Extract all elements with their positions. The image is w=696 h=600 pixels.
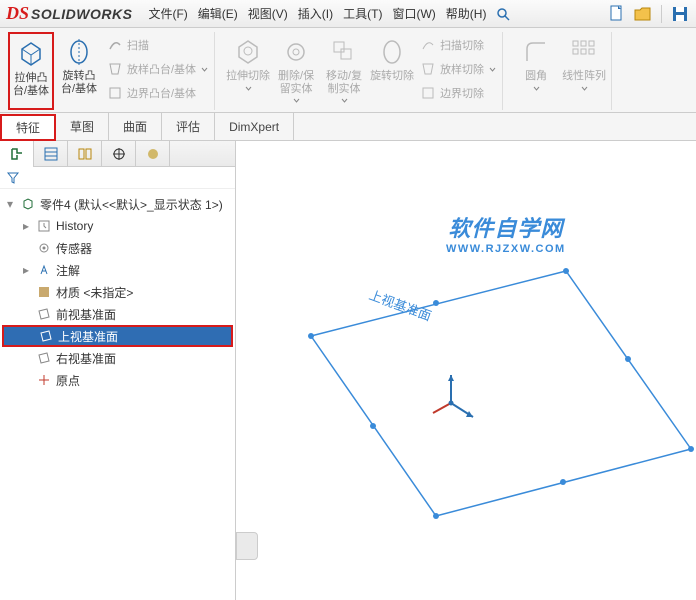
plane-icon [38,328,54,344]
ribbon-group-pattern: 圆角 线性阵列 [509,32,612,110]
material-icon [36,284,52,300]
app-logo: DS SOLIDWORKS [6,3,132,24]
tree-sensors[interactable]: 传感器 [2,237,233,259]
chevron-down-icon [533,85,540,92]
side-tab-display[interactable] [136,141,170,167]
chevron-down-icon [581,85,588,92]
qat-open-icon[interactable] [633,4,653,24]
tab-surface[interactable]: 曲面 [109,113,162,140]
side-tabs [0,141,235,167]
feature-tree: ▾ 零件4 (默认<<默认>_显示状态 1>) ▸History 传感器 ▸注解… [0,189,235,395]
ribbon-group-boss: 拉伸凸台/基体 旋转凸台/基体 扫描 放样凸台/基体 边界凸台/基体 [4,32,215,110]
qat-new-icon[interactable] [607,4,627,24]
extrude-boss-button[interactable]: 拉伸凸台/基体 [8,32,54,110]
ribbon-boss-sub: 扫描 放样凸台/基体 边界凸台/基体 [104,32,210,104]
chevron-down-icon [201,66,208,73]
history-icon [36,218,52,234]
revolve-cut-icon [376,36,408,68]
quick-access-toolbar [607,4,690,24]
chevron-down-icon [489,66,496,73]
side-tab-dimxpert[interactable] [102,141,136,167]
tree-front-plane[interactable]: 前视基准面 [2,303,233,325]
side-tab-property[interactable] [34,141,68,167]
extrude-cut-button[interactable]: 拉伸切除 [225,32,271,110]
extrude-cut-icon [232,36,264,68]
menu-view[interactable]: 视图(V) [244,3,292,24]
linear-pattern-icon [568,36,600,68]
fillet-icon [520,36,552,68]
origin-icon [36,372,52,388]
revolve-boss-icon [63,36,95,68]
expand-icon[interactable]: ▸ [20,219,32,233]
menu-bar: DS SOLIDWORKS 文件(F) 编辑(E) 视图(V) 插入(I) 工具… [0,0,696,28]
menu-file[interactable]: 文件(F) [144,3,191,24]
boundary-cut-icon [419,84,437,102]
funnel-icon [6,171,20,185]
sweep-cut-button[interactable]: 扫描切除 [417,34,498,56]
collapse-icon[interactable]: ▾ [4,197,16,211]
boundary-cut-button[interactable]: 边界切除 [417,82,498,104]
tree-root[interactable]: ▾ 零件4 (默认<<默认>_显示状态 1>) [2,193,233,215]
expand-icon[interactable]: ▸ [20,263,32,277]
move-copy-icon [328,36,360,68]
fillet-button[interactable]: 圆角 [513,32,559,110]
loft-cut-button[interactable]: 放样切除 [417,58,498,80]
qat-save-icon[interactable] [670,4,690,24]
tab-eval[interactable]: 评估 [162,113,215,140]
sweep-cut-icon [419,36,437,54]
plane-icon [36,306,52,322]
sweep-button[interactable]: 扫描 [104,34,210,56]
menu-search-icon[interactable] [492,5,514,23]
plane-icon [36,350,52,366]
linear-pattern-button[interactable]: 线性阵列 [561,32,607,110]
loft-button[interactable]: 放样凸台/基体 [104,58,210,80]
filter-row[interactable] [0,167,235,189]
loft-icon [106,60,124,78]
extrude-boss-icon [15,38,47,70]
logo-text: SOLIDWORKS [31,6,132,22]
menu-items: 文件(F) 编辑(E) 视图(V) 插入(I) 工具(T) 窗口(W) 帮助(H… [144,3,514,24]
qat-separator [661,5,662,23]
tree-annotations[interactable]: ▸注解 [2,259,233,281]
tree-history[interactable]: ▸History [2,215,233,237]
tree-material[interactable]: 材质 <未指定> [2,281,233,303]
tab-dimxpert[interactable]: DimXpert [215,113,294,140]
ribbon-group-cut: 拉伸切除 删除/保留实体 移动/复制实体 旋转切除 扫描切除 放样切除 边界切除 [221,32,503,110]
move-copy-button[interactable]: 移动/复制实体 [321,32,367,110]
chevron-down-icon [245,85,252,92]
command-tabs: 特征 草图 曲面 评估 DimXpert [0,113,696,141]
tree-right-plane[interactable]: 右视基准面 [2,347,233,369]
revolve-boss-button[interactable]: 旋转凸台/基体 [56,32,102,110]
sweep-icon [106,36,124,54]
boundary-button[interactable]: 边界凸台/基体 [104,82,210,104]
side-tab-feature-tree[interactable] [0,141,34,167]
ribbon: 拉伸凸台/基体 旋转凸台/基体 扫描 放样凸台/基体 边界凸台/基体 拉伸切除 … [0,28,696,113]
annotation-icon [36,262,52,278]
sensor-icon [36,240,52,256]
chevron-down-icon [341,97,348,104]
menu-window[interactable]: 窗口(W) [388,3,439,24]
menu-edit[interactable]: 编辑(E) [194,3,242,24]
menu-insert[interactable]: 插入(I) [294,3,337,24]
part-icon [20,196,36,212]
main-area: ▾ 零件4 (默认<<默认>_显示状态 1>) ▸History 传感器 ▸注解… [0,141,696,600]
hole-icon [280,36,312,68]
ribbon-cut-sub: 扫描切除 放样切除 边界切除 [417,32,498,104]
plane-graphic [236,141,696,571]
chevron-down-icon [293,97,300,104]
tree-origin[interactable]: 原点 [2,369,233,391]
loft-cut-icon [419,60,437,78]
boundary-icon [106,84,124,102]
feature-manager-panel: ▾ 零件4 (默认<<默认>_显示状态 1>) ▸History 传感器 ▸注解… [0,141,236,600]
tree-top-plane[interactable]: 上视基准面 [2,325,233,347]
tab-sketch[interactable]: 草图 [56,113,109,140]
hole-wizard-button[interactable]: 删除/保留实体 [273,32,319,110]
side-tab-config[interactable] [68,141,102,167]
3d-viewport[interactable]: 软件自学网 WWW.RJZXW.COM 上视基准面 [236,141,696,600]
tab-feature[interactable]: 特征 [0,114,56,141]
revolve-cut-button[interactable]: 旋转切除 [369,32,415,110]
menu-help[interactable]: 帮助(H) [442,3,491,24]
logo-ds: DS [6,3,29,24]
menu-tools[interactable]: 工具(T) [339,3,386,24]
